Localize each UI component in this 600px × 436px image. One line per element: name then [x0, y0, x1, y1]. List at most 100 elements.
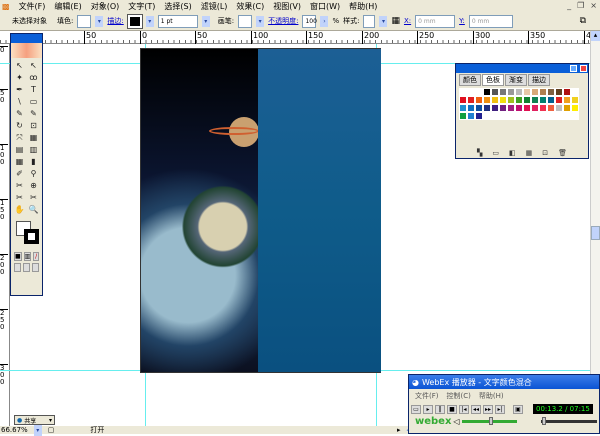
show-swatch-kinds-icon[interactable]: ▭ [492, 149, 499, 157]
stroke-color-box[interactable] [24, 229, 39, 244]
tool-button[interactable]: ⊕ [27, 180, 40, 191]
opacity-label[interactable]: 不透明度: [268, 16, 298, 26]
blue-rectangle[interactable] [258, 49, 381, 372]
color-swatch[interactable] [467, 96, 475, 104]
color-swatch[interactable] [555, 88, 563, 96]
trash-icon[interactable]: 🗑 [558, 149, 567, 157]
color-swatch[interactable] [467, 88, 475, 96]
toolbox-titlebar[interactable] [11, 34, 42, 43]
color-swatch[interactable] [555, 96, 563, 104]
fast-forward-button[interactable]: ▸▸ [483, 404, 493, 414]
tool-button[interactable]: ✋ [13, 204, 26, 215]
color-swatch[interactable] [539, 88, 547, 96]
color-swatch[interactable] [499, 104, 507, 112]
tab-swatches[interactable]: 色板 [482, 74, 504, 86]
tool-button[interactable]: ▮ [27, 156, 40, 167]
webex-menu-file[interactable]: 文件(F) [415, 391, 439, 401]
color-swatch[interactable] [523, 88, 531, 96]
color-swatch[interactable] [539, 96, 547, 104]
color-swatch[interactable] [523, 104, 531, 112]
brush-field[interactable] [238, 14, 253, 28]
color-swatch[interactable] [571, 96, 579, 104]
menu-window[interactable]: 窗口(W) [310, 1, 340, 12]
tool-button[interactable]: ↖ [27, 60, 40, 71]
tool-button[interactable]: ▤ [13, 144, 26, 155]
menu-filter[interactable]: 滤镜(L) [201, 1, 228, 12]
tab-stroke[interactable]: 描边 [528, 74, 550, 86]
tool-button[interactable]: ⤧ [13, 132, 26, 143]
color-swatch[interactable] [475, 88, 483, 96]
tool-button[interactable]: ✒ [13, 84, 26, 95]
zoom-level[interactable]: 66.67% [1, 426, 28, 434]
tool-button[interactable]: ▦ [13, 156, 26, 167]
vertical-scrollbar[interactable]: ▴ [590, 31, 600, 426]
screen-mode-full-menu[interactable] [23, 263, 30, 272]
tool-button[interactable]: ꝏ [27, 72, 40, 83]
menu-type[interactable]: 文字(T) [128, 1, 155, 12]
minimize-button[interactable]: _ [567, 1, 571, 10]
menu-help[interactable]: 帮助(H) [349, 1, 377, 12]
webex-titlebar[interactable]: ◕ WebEx 播放器 - 文字颜色混合 [409, 375, 599, 389]
artboard[interactable] [140, 48, 381, 373]
tool-button[interactable]: ▦ [27, 132, 40, 143]
menu-object[interactable]: 对象(O) [91, 1, 120, 12]
tool-button[interactable]: ✂ [13, 192, 26, 203]
color-swatch[interactable] [483, 96, 491, 104]
color-swatch[interactable] [491, 88, 499, 96]
tool-button[interactable]: ↻ [13, 120, 26, 131]
brush-dropdown[interactable]: ▾ [256, 15, 265, 27]
stroke-dropdown[interactable]: ▾ [145, 15, 154, 27]
share-button[interactable]: ● 共享 ▾ [14, 415, 55, 425]
close-button[interactable]: × [590, 1, 597, 10]
stroke-weight-dropdown[interactable]: ▾ [201, 15, 210, 27]
opacity-arrow[interactable]: › [320, 15, 329, 27]
opacity-field[interactable]: 100 [302, 14, 317, 28]
pause-button[interactable]: ‖ [435, 404, 445, 414]
menu-file[interactable]: 文件(F) [19, 1, 46, 12]
tool-button[interactable]: ▥ [27, 144, 40, 155]
scroll-up-button[interactable]: ▴ [591, 31, 600, 41]
color-swatch[interactable] [515, 104, 523, 112]
color-swatch[interactable] [491, 104, 499, 112]
screen-mode-normal[interactable] [14, 263, 21, 272]
color-swatch[interactable] [563, 88, 571, 96]
tool-button[interactable]: \ [13, 96, 26, 107]
color-swatch[interactable] [499, 88, 507, 96]
color-swatch[interactable] [531, 88, 539, 96]
status-menu-arrow[interactable]: ▸ [397, 426, 401, 434]
tool-button[interactable]: 🔍 [27, 204, 40, 215]
space-planet-image[interactable] [141, 49, 259, 372]
stop-button[interactable]: ■ [447, 404, 457, 414]
tool-button[interactable]: T [27, 84, 40, 95]
swatch-options-icon[interactable]: ◧ [509, 149, 516, 157]
color-swatch[interactable] [491, 96, 499, 104]
color-swatch[interactable] [563, 96, 571, 104]
color-swatch[interactable] [571, 104, 579, 112]
style-dropdown[interactable]: ▾ [379, 15, 388, 27]
tool-button[interactable]: ✂ [13, 180, 26, 191]
color-swatch[interactable] [515, 96, 523, 104]
color-swatch[interactable] [475, 104, 483, 112]
panel-close-button[interactable] [580, 65, 587, 72]
skip-end-button[interactable]: ▸| [495, 404, 505, 414]
color-swatch[interactable] [459, 96, 467, 104]
color-mode-icon[interactable]: ▦ [526, 149, 533, 157]
restore-button[interactable]: ❐ [577, 1, 584, 10]
tool-button[interactable]: ▭ [27, 96, 40, 107]
rewind-button[interactable]: ◂◂ [471, 404, 481, 414]
color-swatch[interactable] [475, 96, 483, 104]
progress-slider[interactable] [541, 417, 597, 425]
screen-mode-full[interactable] [32, 263, 39, 272]
color-swatch[interactable] [507, 104, 515, 112]
color-swatch[interactable] [507, 88, 515, 96]
panel-options-icon[interactable]: ⧉ [580, 16, 586, 26]
tool-button[interactable]: ✐ [13, 168, 26, 179]
volume-slider[interactable] [461, 417, 518, 425]
tool-button[interactable]: ✎ [27, 108, 40, 119]
color-swatch[interactable] [475, 112, 483, 120]
swatch-library-icon[interactable]: ▚ [477, 149, 482, 157]
stroke-swatch[interactable] [126, 13, 143, 29]
color-swatch[interactable] [467, 112, 475, 120]
fill-stroke-widget[interactable] [14, 221, 39, 247]
color-swatch[interactable] [547, 96, 555, 104]
